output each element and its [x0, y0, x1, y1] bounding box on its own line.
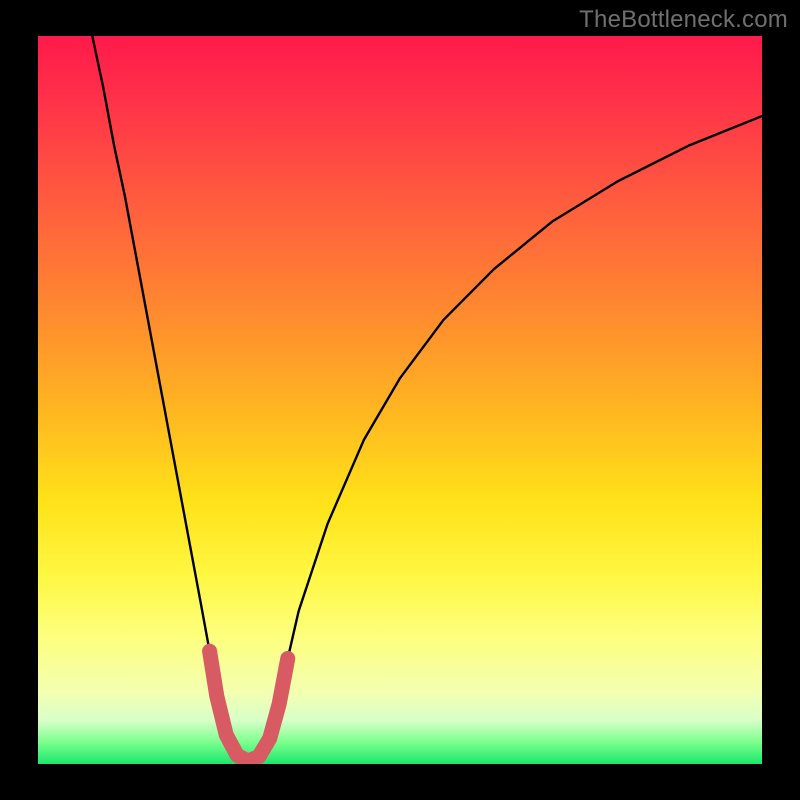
curve-layer: [38, 36, 762, 764]
watermark-text: TheBottleneck.com: [579, 6, 788, 34]
bottleneck-curve: [92, 36, 762, 761]
highlight-segment: [210, 651, 288, 761]
chart-frame: TheBottleneck.com: [0, 0, 800, 800]
plot-area: [38, 36, 762, 764]
